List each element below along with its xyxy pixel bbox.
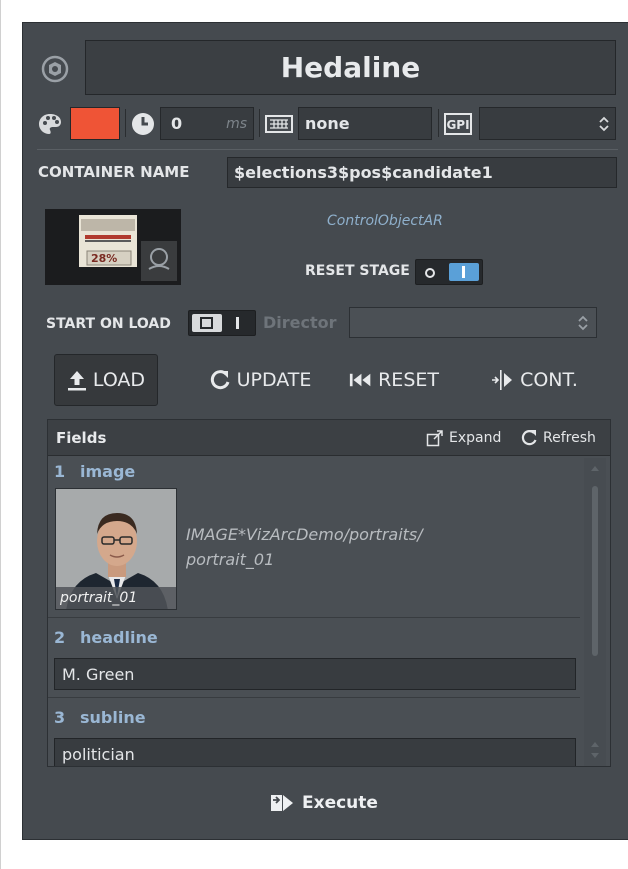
scroll-up-icon[interactable] <box>590 464 600 472</box>
title-field[interactable]: Hedaline <box>85 40 616 95</box>
fields-panel: Fields Expand Refresh 1 image portrait_0… <box>47 419 611 767</box>
container-name-input[interactable]: $elections3$pos$candidate1 <box>227 157 617 188</box>
fields-title: Fields <box>56 429 107 447</box>
subline-input[interactable]: politician <box>54 738 576 766</box>
execute-label: Execute <box>302 793 378 813</box>
divider <box>125 109 126 137</box>
field-header-headline: 2 headline <box>54 628 158 647</box>
keyboard-icon <box>265 113 293 135</box>
divider <box>438 109 439 137</box>
image-path: IMAGE*VizArcDemo/portraits/portrait_01 <box>186 525 423 569</box>
divider <box>259 109 260 137</box>
scroll-up-icon[interactable] <box>590 740 600 748</box>
toggle-on-knob <box>449 263 479 281</box>
delay-unit: ms <box>226 116 247 132</box>
row-divider <box>48 617 580 618</box>
field-header-image: 1 image <box>54 462 135 481</box>
row-divider <box>48 697 580 698</box>
reset-stage-toggle[interactable] <box>415 259 483 285</box>
svg-text:GPI: GPI <box>446 118 469 132</box>
upload-icon <box>67 371 86 391</box>
reset-label: RESET <box>378 369 439 391</box>
portrait-caption: portrait_01 <box>56 587 176 609</box>
refresh-icon <box>521 430 537 446</box>
load-button[interactable]: LOAD <box>54 354 158 406</box>
clock-icon <box>130 111 156 137</box>
start-on-load-toggle[interactable] <box>188 310 256 336</box>
expand-icon <box>426 430 443 447</box>
headline-value: M. Green <box>62 665 135 684</box>
field-number: 2 <box>54 628 66 647</box>
scroll-down-icon[interactable] <box>590 752 600 760</box>
toggle-knob <box>192 314 222 332</box>
section-divider <box>37 149 618 150</box>
field-name: subline <box>80 708 146 727</box>
continue-button[interactable]: CONT. <box>485 354 583 406</box>
page-frame: Hedaline 0 ms none GPI CONTAINER NAME $e… <box>0 0 628 869</box>
field-number: 3 <box>54 708 66 727</box>
subline-value: politician <box>62 745 135 764</box>
reset-button[interactable]: RESET <box>349 354 439 406</box>
palette-icon[interactable] <box>37 111 63 137</box>
preview-thumbnail[interactable]: 28% <box>45 209 181 285</box>
refresh-label: Refresh <box>543 430 596 446</box>
director-label: Director <box>263 313 337 332</box>
color-swatch[interactable] <box>70 107 120 140</box>
container-name-label: CONTAINER NAME <box>38 163 190 181</box>
update-button[interactable]: UPDATE <box>203 354 317 406</box>
toggle-on-mark <box>236 317 239 329</box>
field-name: headline <box>80 628 158 647</box>
keyboard-shortcut-value: none <box>305 114 350 133</box>
expand-label: Expand <box>449 430 502 446</box>
continue-icon <box>492 370 513 390</box>
field-header-subline: 3 subline <box>54 708 146 727</box>
execute-button[interactable]: Execute <box>270 789 378 817</box>
fields-scrollbar[interactable] <box>584 458 606 766</box>
camera-shield-icon[interactable] <box>41 55 69 83</box>
reset-stage-label: RESET STAGE <box>305 263 410 279</box>
portrait-image[interactable]: portrait_01 <box>55 488 177 610</box>
toggle-off-icon <box>425 268 435 278</box>
scroll-thumb[interactable] <box>592 486 598 656</box>
load-label: LOAD <box>92 369 146 391</box>
fields-header: Fields Expand Refresh <box>48 420 610 456</box>
refresh-button[interactable]: Refresh <box>520 428 596 448</box>
headline-input[interactable]: M. Green <box>54 658 576 690</box>
container-name-value: $elections3$pos$candidate1 <box>234 163 493 182</box>
continue-label: CONT. <box>520 369 578 391</box>
update-label: UPDATE <box>236 369 312 391</box>
control-object-link[interactable]: ControlObjectAR <box>327 213 443 229</box>
expand-button[interactable]: Expand <box>426 428 501 448</box>
updown-chevron-icon <box>578 315 588 331</box>
thumbnail-percentage: 28% <box>91 252 118 265</box>
field-name: image <box>80 462 136 481</box>
page-title: Hedaline <box>280 51 421 84</box>
refresh-icon <box>210 370 230 390</box>
skip-back-icon <box>349 373 371 387</box>
gpi-icon: GPI <box>444 112 472 136</box>
delay-value: 0 <box>171 114 183 133</box>
field-number: 1 <box>54 462 66 481</box>
execute-icon <box>271 795 293 811</box>
director-select[interactable] <box>349 307 597 338</box>
updown-chevron-icon <box>599 116 609 132</box>
start-on-load-label: START ON LOAD <box>46 316 171 332</box>
keyboard-shortcut-input[interactable]: none <box>298 107 432 140</box>
gpi-select[interactable] <box>479 107 616 140</box>
template-panel: Hedaline 0 ms none GPI CONTAINER NAME $e… <box>22 22 628 840</box>
delay-input[interactable]: 0 ms <box>160 107 254 140</box>
